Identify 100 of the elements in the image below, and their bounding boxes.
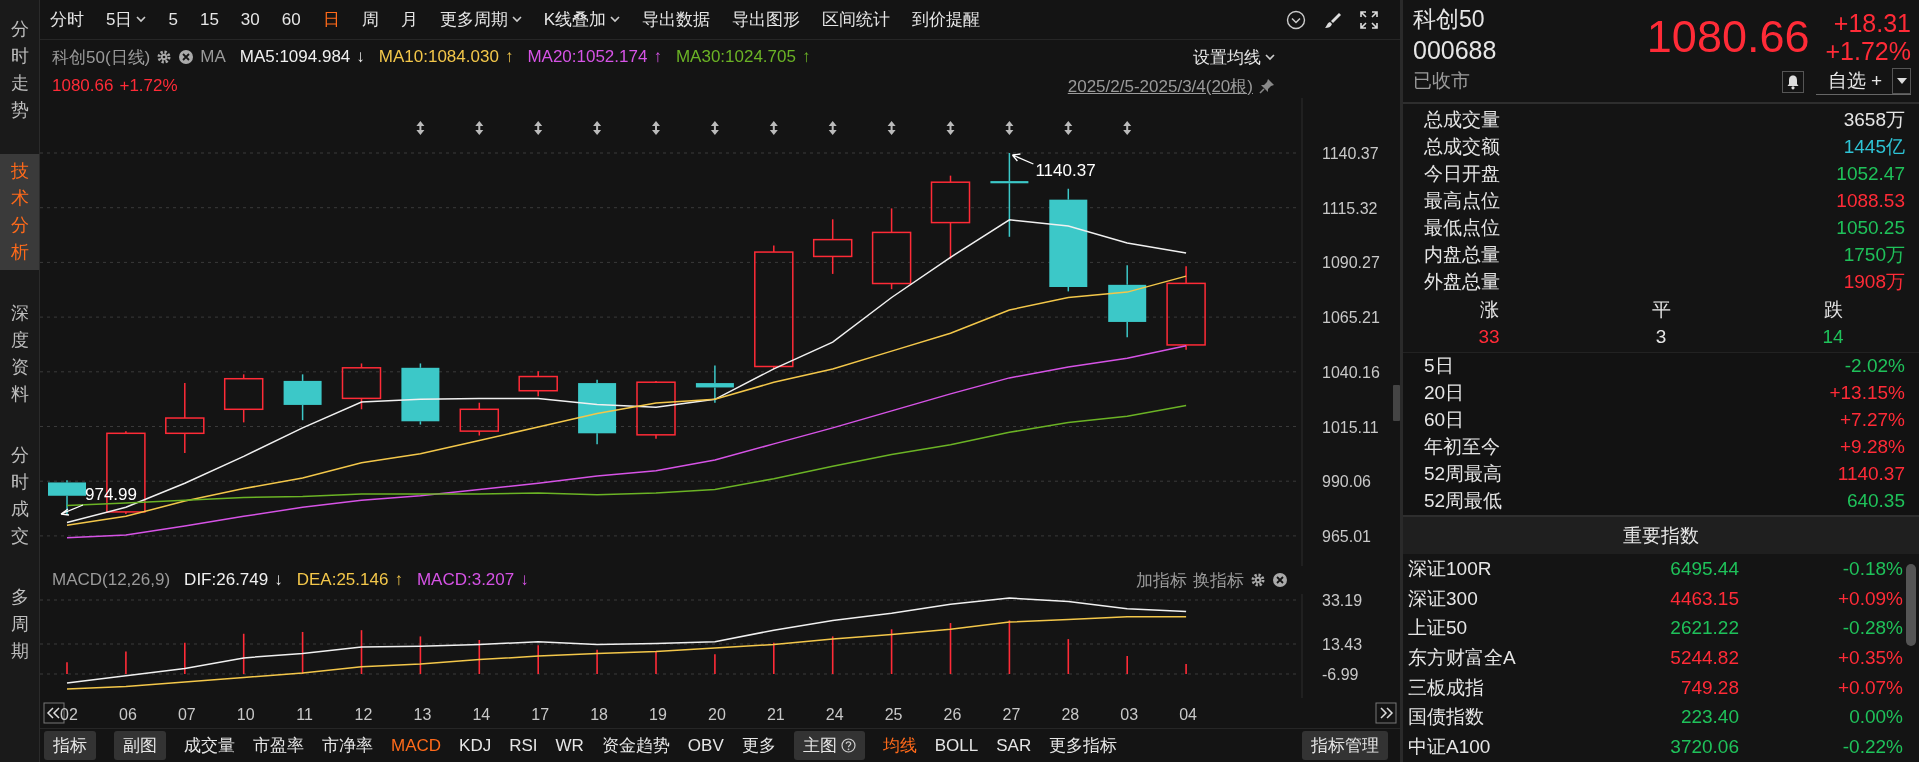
stat-label: 总成交量 xyxy=(1424,108,1500,133)
side-tab[interactable]: 技术分析 xyxy=(0,154,39,270)
index-value: 223.40 xyxy=(1679,706,1739,729)
axis-label: 06 xyxy=(119,706,137,723)
indicator-label: MA xyxy=(200,47,226,67)
period-tab[interactable]: 5 xyxy=(168,9,178,30)
help-icon xyxy=(840,738,856,753)
ma-value: MA10:1084.030 xyxy=(378,47,499,67)
indicator-tab[interactable]: 更多 xyxy=(741,734,776,757)
period-tab[interactable]: 更多周期 xyxy=(439,8,522,31)
stat-value: 1140.37 xyxy=(1837,463,1905,486)
alert-button[interactable] xyxy=(1781,70,1804,93)
stat-label: 今日开盘 xyxy=(1424,162,1500,187)
toolbar-button[interactable]: K线叠加 xyxy=(543,8,621,31)
stat-label: 年初至今 xyxy=(1424,435,1500,460)
toolbar-button[interactable]: 到价提醒 xyxy=(912,8,981,31)
indicator-tab[interactable]: SAR xyxy=(996,735,1032,756)
axis-label: 25 xyxy=(884,706,903,723)
axis-label: 28 xyxy=(1061,706,1080,723)
period-tab[interactable]: 60 xyxy=(281,9,301,30)
axis-label: 1015.11 xyxy=(1322,418,1379,436)
period-tab[interactable]: 30 xyxy=(240,9,260,30)
up-down-arrow-icon xyxy=(828,121,837,135)
chevron-down-icon xyxy=(1265,53,1275,61)
switch-indicator-button[interactable]: 换指标 xyxy=(1193,568,1244,592)
breadth-label: 跌 xyxy=(1823,297,1843,322)
pin-icon[interactable] xyxy=(1259,78,1275,94)
breadth-count: 3 xyxy=(1655,324,1667,349)
indicator-tab[interactable]: MACD xyxy=(391,735,442,756)
toolbar-button[interactable]: 区间统计 xyxy=(822,8,891,31)
add-indicator-button[interactable]: 加指标 xyxy=(1136,568,1187,592)
axis-label: 04 xyxy=(1179,706,1197,723)
close-circle-icon[interactable] xyxy=(1272,572,1288,588)
trend-arrow: ↑ xyxy=(801,47,811,67)
indicator-tab[interactable]: 市盈率 xyxy=(253,734,304,757)
indicator-button[interactable]: 指标 xyxy=(44,731,96,760)
indicator-tab[interactable]: RSI xyxy=(509,735,538,756)
period-tab[interactable]: 15 xyxy=(199,9,219,30)
axis-label: 13.43 xyxy=(1322,636,1363,653)
candlestick xyxy=(812,218,853,275)
stat-value: 1445亿 xyxy=(1843,135,1905,160)
stat-value: +9.28% xyxy=(1840,436,1905,459)
side-tab[interactable]: 分时成交 xyxy=(0,438,39,554)
index-change: +0.07% xyxy=(1837,676,1903,699)
scroll-right-button[interactable] xyxy=(1375,702,1397,724)
axis-label: 17 xyxy=(531,706,550,723)
set-ma-button[interactable]: 设置均线 xyxy=(1193,45,1275,69)
indicator-tab[interactable]: 市净率 xyxy=(322,734,373,757)
indicator-tab[interactable]: BOLL xyxy=(934,735,979,756)
date-range-link[interactable]: 2025/2/5-2025/3/4(20根) xyxy=(1067,74,1253,98)
indicator-tab[interactable]: WR xyxy=(555,735,584,756)
manage-indicators-button[interactable]: 指标管理 xyxy=(1302,731,1388,760)
indicator-tab[interactable]: 资金趋势 xyxy=(601,734,670,757)
percent-change: +1.72% xyxy=(1825,37,1911,65)
toolbar-button[interactable]: 导出图形 xyxy=(732,8,801,31)
axis-label: 990.06 xyxy=(1322,473,1371,491)
scrollbar-thumb[interactable] xyxy=(1906,564,1916,647)
indicator-tab[interactable]: 均线 xyxy=(882,734,917,757)
candlestick xyxy=(48,479,86,515)
side-tab[interactable]: 多周期 xyxy=(0,580,39,669)
stat-label: 5日 xyxy=(1424,354,1454,379)
period-tab[interactable]: 5日 xyxy=(106,8,147,31)
gear-icon[interactable] xyxy=(156,49,173,65)
stat-label: 最低点位 xyxy=(1424,216,1500,241)
gear-icon[interactable] xyxy=(1250,572,1266,588)
axis-label: 1065.21 xyxy=(1322,309,1380,327)
indicator-tab[interactable]: 更多指标 xyxy=(1049,734,1118,757)
axis-label: 1090.27 xyxy=(1322,254,1380,272)
side-tab[interactable]: 分时走势 xyxy=(0,12,39,128)
indicator-value: MACD:3.207 xyxy=(416,570,515,590)
sub-chart-button[interactable]: 副图 xyxy=(114,731,166,760)
stat-label: 外盘总量 xyxy=(1424,270,1500,295)
stat-value: 1050.25 xyxy=(1836,217,1905,240)
trend-arrow: ↓ xyxy=(356,47,365,67)
high-price-label: 1140.37 xyxy=(1035,161,1096,180)
close-circle-icon[interactable] xyxy=(178,49,195,65)
axis-label: 14 xyxy=(472,706,491,723)
brush-icon[interactable] xyxy=(1324,10,1342,29)
indicator-tab[interactable]: 成交量 xyxy=(184,734,235,757)
breadth-label: 平 xyxy=(1651,297,1671,322)
main-chart-button[interactable]: 主图 xyxy=(793,731,865,760)
fullscreen-icon[interactable] xyxy=(1360,10,1378,29)
stat-label: 总成交额 xyxy=(1424,135,1500,160)
axis-label: 13 xyxy=(413,706,432,723)
side-tab[interactable]: 深度资料 xyxy=(0,296,39,412)
chevron-circle-icon[interactable] xyxy=(1286,9,1306,30)
toolbar-button[interactable]: 导出数据 xyxy=(642,8,711,31)
period-tab[interactable]: 周 xyxy=(361,8,379,31)
period-tab[interactable]: 月 xyxy=(400,8,418,31)
dropdown-button[interactable] xyxy=(1893,68,1911,94)
indicator-tab[interactable]: OBV xyxy=(687,735,724,756)
period-tab[interactable]: 分时 xyxy=(50,8,84,31)
period-tab[interactable]: 日 xyxy=(322,8,340,31)
up-down-arrow-icon xyxy=(887,121,896,135)
up-down-arrow-icon xyxy=(475,121,484,135)
watchlist-button[interactable]: 自选 + xyxy=(1815,68,1893,94)
indicator-value: DEA:25.146 xyxy=(296,570,389,590)
panel-toggle-handle[interactable] xyxy=(1393,385,1400,421)
indicator-tab[interactable]: KDJ xyxy=(459,735,492,756)
axis-label: -6.99 xyxy=(1322,666,1359,683)
